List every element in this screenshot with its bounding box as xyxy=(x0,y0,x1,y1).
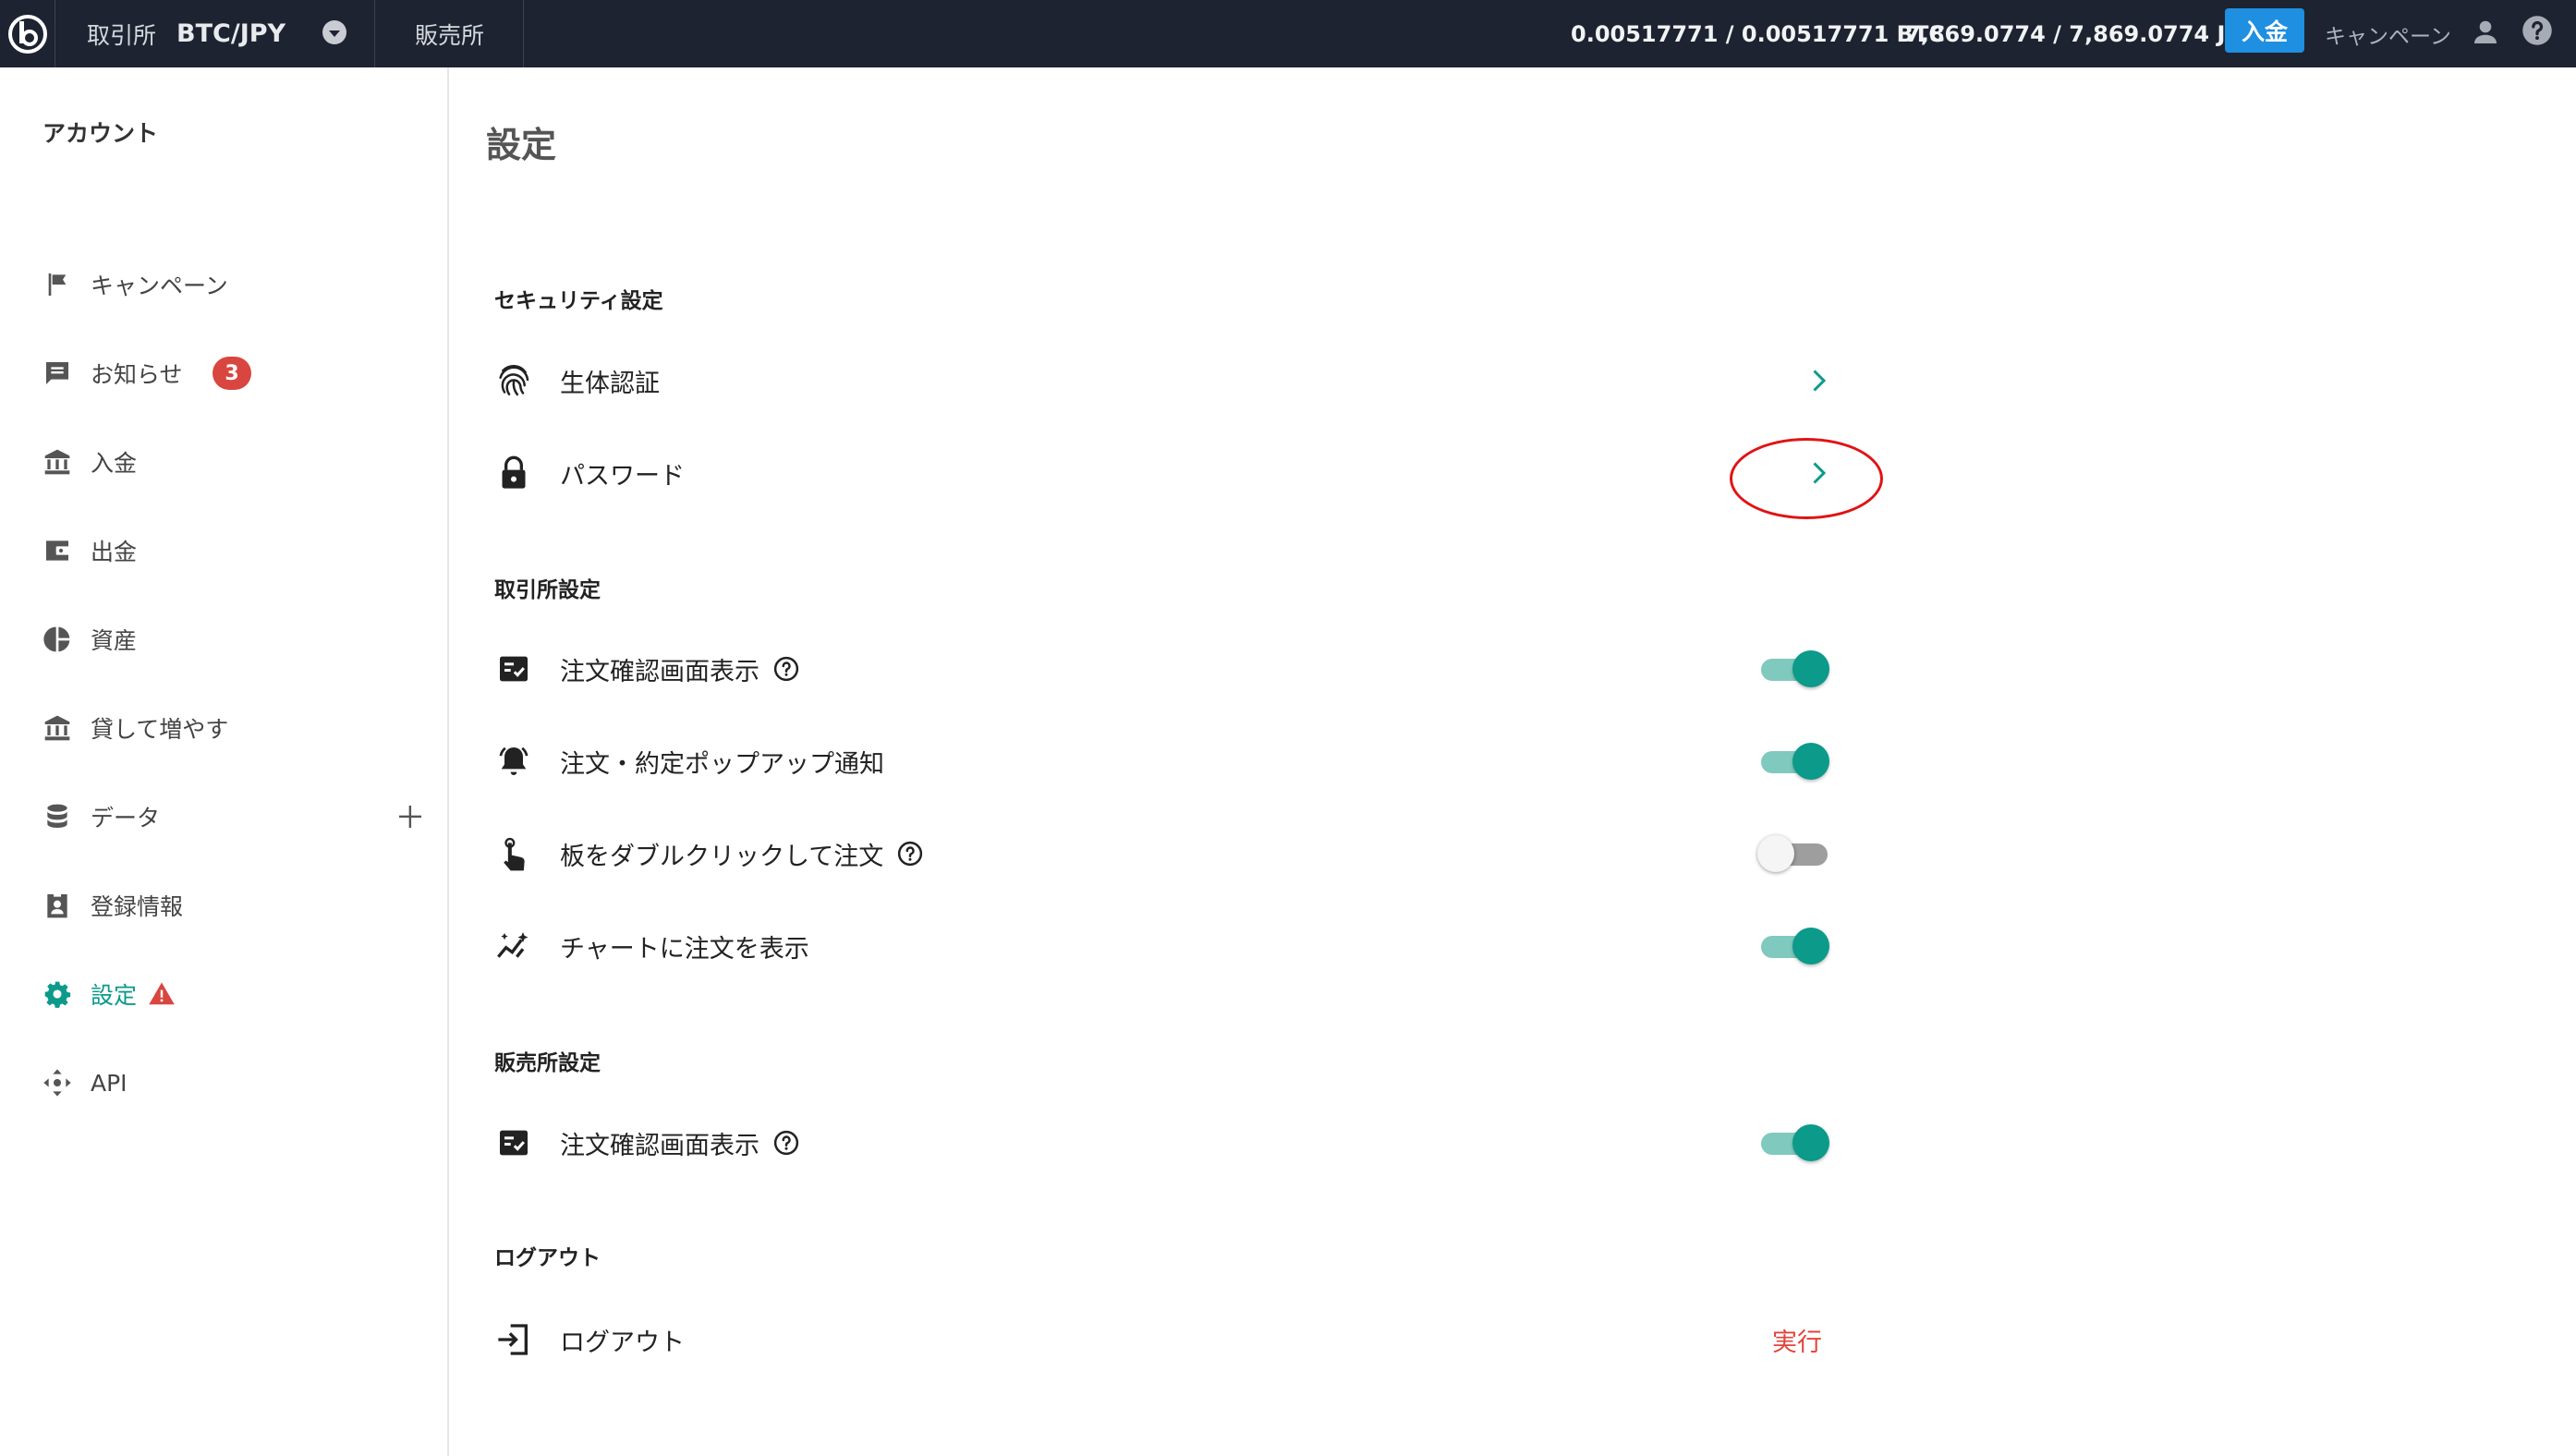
checklist-icon xyxy=(493,649,534,689)
user-icon[interactable] xyxy=(2469,16,2502,49)
bank-icon xyxy=(41,445,74,479)
touch-pointer-icon xyxy=(493,833,534,874)
logo-icon xyxy=(7,14,47,54)
market-pair: BTC/JPY xyxy=(176,19,286,48)
password-row[interactable]: パスワード xyxy=(490,436,1829,510)
logout-icon xyxy=(493,1319,534,1360)
toggle-knob xyxy=(1792,1124,1829,1161)
sidebar-item-campaign[interactable]: キャンペーン xyxy=(0,252,447,317)
sidebar-item-label: 出金 xyxy=(91,539,138,565)
checklist-icon xyxy=(493,1122,534,1163)
sales-order-confirm-toggle[interactable] xyxy=(1757,1119,1835,1167)
chart-sparkle-icon xyxy=(493,926,534,966)
logout-section-title: ログアウト xyxy=(494,1246,601,1270)
toggle-knob xyxy=(1757,835,1794,872)
doubleclick-order-label: 板をダブルクリックして注文 xyxy=(560,836,924,872)
database-icon xyxy=(41,800,74,833)
chart-orders-label: チャートに注文を表示 xyxy=(560,934,809,964)
sidebar: アカウント キャンペーン お知らせ 3 入金 出金 資産 貸して増やす データ … xyxy=(0,67,449,1456)
toggle-knob xyxy=(1792,650,1829,687)
exchange-order-confirm-row: 注文確認画面表示 xyxy=(490,632,1829,706)
sales-order-confirm-text: 注文確認画面表示 xyxy=(560,1131,759,1160)
logout-label: ログアウト xyxy=(560,1328,685,1357)
sidebar-item-assets[interactable]: 資産 xyxy=(0,607,447,672)
password-label: パスワード xyxy=(560,461,685,491)
page-title: 設定 xyxy=(486,125,557,165)
exchange-section-title: 取引所設定 xyxy=(494,578,601,602)
sidebar-item-settings[interactable]: 設定 xyxy=(0,962,447,1026)
campaign-link[interactable]: キャンペーン xyxy=(2325,0,2451,67)
order-confirm-label: 注文確認画面表示 xyxy=(560,651,800,687)
message-icon xyxy=(41,357,74,390)
sidebar-item-lending[interactable]: 貸して増やす xyxy=(0,696,447,760)
market-selector[interactable]: 取引所 BTC/JPY xyxy=(57,0,375,67)
plus-icon[interactable] xyxy=(395,802,425,831)
sidebar-item-label: API xyxy=(91,1069,128,1097)
deposit-button[interactable]: 入金 xyxy=(2225,8,2304,53)
market-type-label: 取引所 xyxy=(87,21,157,49)
logout-execute-button[interactable]: 実行 xyxy=(1772,1322,1822,1358)
popup-notify-toggle[interactable] xyxy=(1757,737,1835,785)
order-confirm-toggle[interactable] xyxy=(1757,645,1835,693)
toggle-knob xyxy=(1792,743,1829,780)
gear-icon xyxy=(41,977,74,1011)
sidebar-item-label: キャンペーン xyxy=(91,273,228,299)
jpy-balance: 7,869.0774 / 7,869.0774 JPY xyxy=(1905,20,2258,47)
popup-notify-row: 注文・約定ポップアップ通知 xyxy=(490,724,1829,798)
logout-row: ログアウト 実行 xyxy=(490,1303,1829,1377)
bank-icon xyxy=(41,711,74,745)
flag-icon xyxy=(41,268,74,301)
warning-icon xyxy=(149,982,175,1005)
sidebar-item-notices[interactable]: お知らせ 3 xyxy=(0,341,447,406)
chart-orders-toggle[interactable] xyxy=(1757,922,1835,970)
sales-section-title: 販売所設定 xyxy=(494,1051,601,1075)
chevron-right-icon[interactable] xyxy=(1802,456,1835,490)
help-circle-icon[interactable] xyxy=(772,655,800,683)
fingerprint-icon xyxy=(493,360,534,401)
lock-icon xyxy=(493,453,534,493)
sidebar-item-label: 資産 xyxy=(91,627,138,654)
sidebar-item-profile[interactable]: 登録情報 xyxy=(0,873,447,938)
notification-badge: 3 xyxy=(213,357,251,390)
help-icon[interactable] xyxy=(2521,14,2554,47)
security-section-title: セキュリティ設定 xyxy=(494,289,663,313)
sidebar-item-withdraw[interactable]: 出金 xyxy=(0,518,447,583)
btc-balance: 0.00517771 / 0.00517771 BTC xyxy=(1571,20,1945,47)
wallet-icon xyxy=(41,534,74,567)
toggle-knob xyxy=(1792,928,1829,965)
chevron-right-icon[interactable] xyxy=(1802,364,1835,397)
popup-notify-label: 注文・約定ポップアップ通知 xyxy=(560,749,884,779)
biometric-label: 生体認証 xyxy=(560,369,660,398)
bitbank-logo[interactable] xyxy=(0,0,55,67)
bell-ringing-icon xyxy=(493,741,534,782)
chevron-down-icon[interactable] xyxy=(322,20,346,44)
sidebar-item-label: データ xyxy=(91,805,161,831)
help-circle-icon[interactable] xyxy=(896,840,924,868)
order-confirm-text: 注文確認画面表示 xyxy=(560,657,759,686)
doubleclick-order-toggle[interactable] xyxy=(1757,830,1835,878)
move-arrows-icon xyxy=(41,1066,74,1099)
sidebar-item-api[interactable]: API xyxy=(0,1050,447,1115)
sales-order-confirm-row: 注文確認画面表示 xyxy=(490,1106,1829,1180)
sidebar-item-label: 貸して増やす xyxy=(91,716,229,743)
sidebar-item-data[interactable]: データ xyxy=(0,784,447,849)
hanbaijo-tab[interactable]: 販売所 xyxy=(376,0,524,67)
sales-order-confirm-label: 注文確認画面表示 xyxy=(560,1125,800,1161)
sidebar-item-label: 登録情報 xyxy=(91,893,184,920)
sidebar-heading: アカウント xyxy=(43,120,159,147)
sidebar-item-deposit[interactable]: 入金 xyxy=(0,430,447,494)
doubleclick-order-text: 板をダブルクリックして注文 xyxy=(560,842,884,871)
sidebar-item-label: 入金 xyxy=(91,450,138,477)
doubleclick-order-row: 板をダブルクリックして注文 xyxy=(490,817,1829,891)
sidebar-item-label: 設定 xyxy=(91,982,138,1009)
badge-id-icon xyxy=(41,889,74,922)
pie-chart-icon xyxy=(41,623,74,656)
sidebar-item-label: お知らせ xyxy=(91,361,183,388)
help-circle-icon[interactable] xyxy=(772,1129,800,1157)
chart-orders-row: チャートに注文を表示 xyxy=(490,909,1829,983)
biometric-row[interactable]: 生体認証 xyxy=(490,344,1829,418)
top-header: 取引所 BTC/JPY 販売所 0.00517771 / 0.00517771 … xyxy=(0,0,2576,67)
